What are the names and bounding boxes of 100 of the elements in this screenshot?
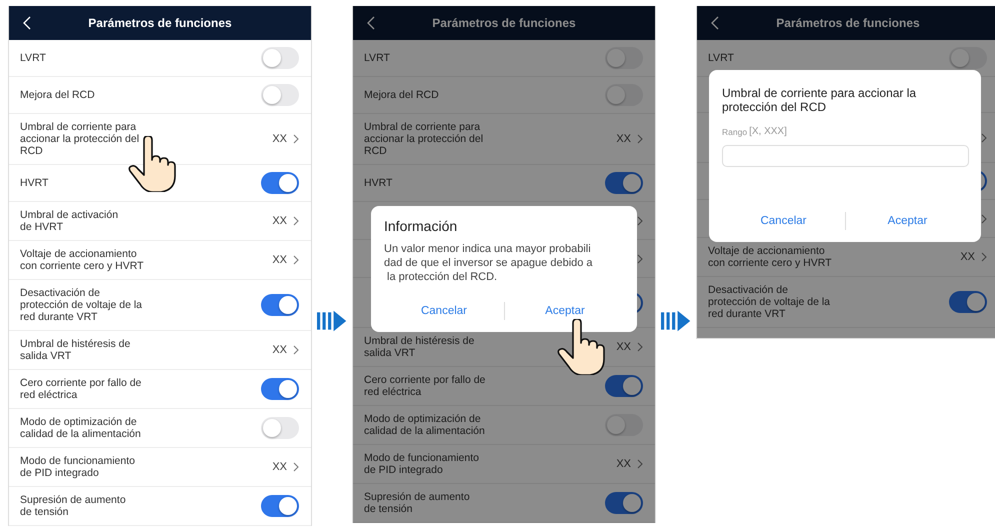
settings-row[interactable]: Modo de funcionamiento de PID integrado XX <box>9 448 311 487</box>
dialog-title: Umbral de corriente para accionar la protección del RCD <box>722 86 918 114</box>
back-icon[interactable] <box>23 16 31 30</box>
setting-value: XX <box>272 344 287 356</box>
setting-label: Cero corriente por fallo de red eléctrica <box>20 377 142 401</box>
chevron-icon <box>637 342 643 352</box>
settings-row[interactable]: Umbral de histéresis de salida VRT XX <box>9 331 311 370</box>
setting-label: Umbral de histéresis de salida VRT <box>364 335 474 359</box>
toggle-switch[interactable] <box>605 492 643 514</box>
setting-label: Umbral de activación de HVRT <box>20 209 118 233</box>
toggle-switch[interactable] <box>949 47 987 69</box>
setting-label: Umbral de corriente para accionar la protección del RCD <box>364 121 484 157</box>
chevron-icon <box>637 459 643 469</box>
dialog-button[interactable]: Aceptar <box>505 301 625 321</box>
chevron-icon <box>981 132 987 142</box>
toggle-switch[interactable] <box>261 294 299 316</box>
input-field[interactable] <box>722 145 969 167</box>
setting-label: Mejora del RCD <box>364 89 439 101</box>
settings-row[interactable]: Mejora del RCD <box>353 77 655 114</box>
toggle-switch[interactable] <box>261 378 299 400</box>
hand-pointer-icon <box>127 136 177 192</box>
setting-value: XX <box>616 133 631 145</box>
setting-label: Cero corriente por fallo de red eléctrica <box>364 374 486 398</box>
setting-label: Voltaje de accionamiento con corriente cero y HVRT <box>708 245 832 269</box>
hand-pointer-icon <box>556 319 606 375</box>
setting-label: Umbral de corriente para accionar la protección del RCD <box>20 121 140 157</box>
chevron-icon <box>637 216 643 226</box>
screen-title: Parámetros de funciones <box>87 16 233 30</box>
setting-label: LVRT <box>708 52 734 64</box>
setting-value: XX <box>616 458 631 470</box>
setting-label: Umbral de histéresis de salida VRT <box>20 338 130 362</box>
toggle-switch[interactable] <box>605 172 643 194</box>
dialog-title: Información <box>384 218 458 234</box>
setting-label: Desactivación de protección de voltaje de la red durante VRT <box>708 284 830 320</box>
setting-label: Desactivación de protección de voltaje de la red durante VRT <box>20 287 142 323</box>
dialog-message: Un valor menor indica una mayor probabili dad de que el inversor se apague debido a la protección del RCD. <box>384 242 594 284</box>
setting-value: XX <box>272 254 287 266</box>
chevron-icon <box>293 255 299 265</box>
settings-row[interactable]: HVRT <box>9 165 311 202</box>
setting-value: XX <box>616 341 631 353</box>
setting-label: Modo de optimización de calidad de la alimentación <box>20 416 141 440</box>
chevron-icon <box>981 252 987 262</box>
toggle-switch[interactable] <box>605 84 643 106</box>
settings-row[interactable]: Modo de optimización de calidad de la alimentación <box>353 406 655 445</box>
settings-row[interactable]: LVRT <box>9 40 311 77</box>
settings-row[interactable]: Umbral de corriente para accionar la protección del RCD XX <box>353 114 655 165</box>
toggle-switch[interactable] <box>261 172 299 194</box>
back-icon[interactable] <box>367 16 375 30</box>
setting-label: Modo de funcionamiento de PID integrado <box>20 455 135 479</box>
settings-row[interactable]: Cero corriente por fallo de red eléctrica <box>9 370 311 409</box>
setting-label: Supresión de aumento de tensión <box>20 494 126 518</box>
settings-row[interactable]: Modo de funcionamiento de PID integrado XX <box>353 445 655 484</box>
setting-value: XX <box>960 251 975 263</box>
toggle-switch[interactable] <box>605 414 643 436</box>
settings-row[interactable]: LVRT <box>353 40 655 77</box>
setting-value: XX <box>272 133 287 145</box>
settings-row[interactable]: HVRT <box>353 165 655 202</box>
chevron-icon <box>293 216 299 226</box>
arrow-icon <box>317 308 347 334</box>
toggle-switch[interactable] <box>949 291 987 313</box>
settings-row[interactable]: Desactivación de protección de voltaje de la red durante VRT <box>9 280 311 331</box>
screen-title: Parámetros de funciones <box>431 16 577 30</box>
setting-label: Mejora del RCD <box>20 89 95 101</box>
chevron-icon <box>293 134 299 144</box>
toggle-switch[interactable] <box>605 47 643 69</box>
chevron-icon <box>981 214 987 224</box>
settings-row[interactable]: Umbral de activación de HVRT XX <box>9 202 311 241</box>
toggle-switch[interactable] <box>261 495 299 517</box>
dialog-button[interactable]: Cancelar <box>722 211 845 231</box>
dialog-button[interactable]: Aceptar <box>846 211 969 231</box>
settings-row[interactable]: Supresión de aumento de tensión <box>353 484 655 523</box>
setting-label: Voltaje de accionamiento con corriente cero y HVRT <box>20 248 144 272</box>
chevron-icon <box>637 254 643 264</box>
setting-value: XX <box>272 461 287 473</box>
setting-label: LVRT <box>20 52 46 64</box>
back-icon[interactable] <box>711 16 719 30</box>
setting-value: XX <box>272 215 287 227</box>
setting-label: HVRT <box>20 177 48 189</box>
settings-row[interactable]: Modo de optimización de calidad de la alimentación <box>9 409 311 448</box>
settings-row[interactable]: Supresión de aumento de tensión <box>9 487 311 526</box>
toggle-switch[interactable] <box>605 375 643 397</box>
chevron-icon <box>293 462 299 472</box>
setting-label: Supresión de aumento de tensión <box>364 491 470 515</box>
range-label: Rango <box>722 126 748 136</box>
screen-title: Parámetros de funciones <box>775 16 921 30</box>
setting-label: HVRT <box>364 177 392 189</box>
chevron-icon <box>637 134 643 144</box>
settings-row[interactable]: Voltaje de accionamiento con corriente cero y HVRT XX <box>9 241 311 280</box>
setting-label: Modo de funcionamiento de PID integrado <box>364 452 479 476</box>
setting-label: Modo de optimización de calidad de la alimentación <box>364 413 485 437</box>
range-value: [X, XXX] <box>749 126 787 137</box>
toggle-switch[interactable] <box>261 417 299 439</box>
chevron-icon <box>293 345 299 355</box>
dialog-button[interactable]: Cancelar <box>384 301 504 321</box>
toggle-switch[interactable] <box>261 47 299 69</box>
settings-row[interactable]: Desactivación de protección de voltaje de la red durante VRT <box>697 277 995 328</box>
settings-row[interactable]: Mejora del RCD <box>9 77 311 114</box>
toggle-switch[interactable] <box>261 84 299 106</box>
setting-label: LVRT <box>364 52 390 64</box>
arrow-icon <box>661 308 691 334</box>
